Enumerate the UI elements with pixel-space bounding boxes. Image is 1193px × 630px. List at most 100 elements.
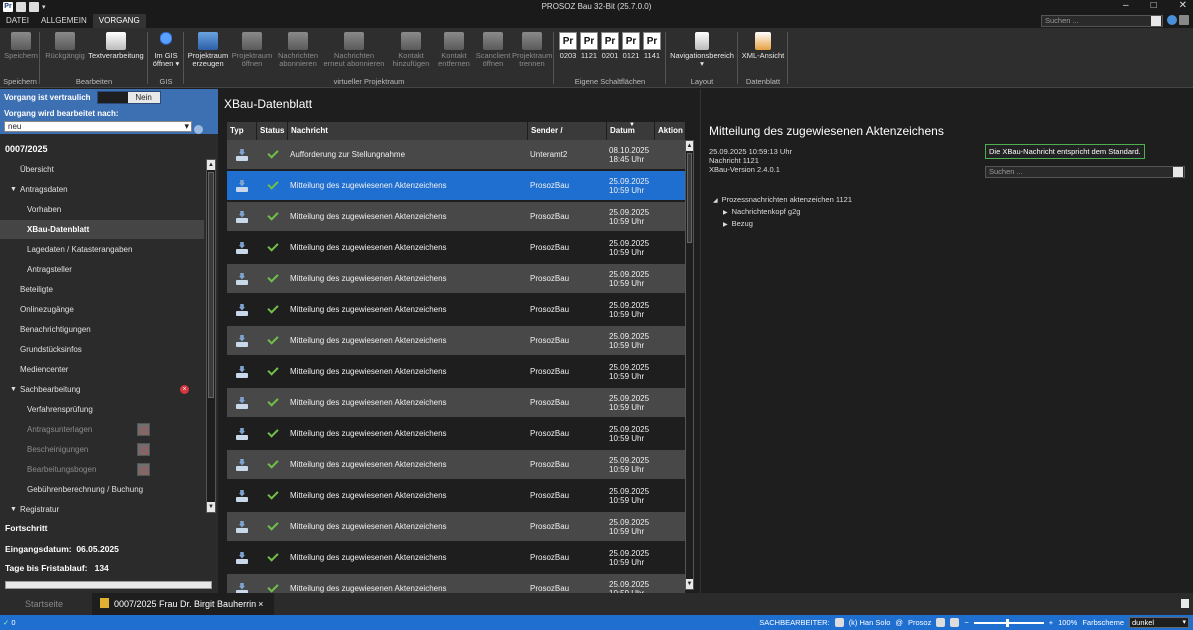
nav-item-xbau-datenblatt[interactable]: XBau-Datenblatt <box>0 220 204 239</box>
lock-icon[interactable] <box>950 618 960 627</box>
nav-item-antragsteller[interactable]: Antragsteller <box>0 260 204 279</box>
caret-down-icon[interactable]: ▼ <box>10 500 17 515</box>
minimize-icon[interactable]: – <box>1123 0 1129 11</box>
table-row[interactable]: Mitteilung des zugewiesenen Aktenzeichen… <box>227 357 685 386</box>
scroll-thumb[interactable] <box>687 153 692 243</box>
caret-down-icon[interactable]: ▼ <box>10 180 17 199</box>
nav-item-onlinezugaenge[interactable]: Onlinezugänge <box>0 300 204 319</box>
tab-case[interactable]: 0007/2025 Frau Dr. Birgit Bauherrin × <box>92 593 274 615</box>
search-icon[interactable] <box>1151 16 1161 26</box>
global-search-input[interactable]: Suchen ... <box>1041 15 1163 27</box>
subscribe-messages-button[interactable]: Nachrichten abonnieren <box>274 32 322 68</box>
detail-search-input[interactable]: Suchen ... <box>985 166 1185 178</box>
nav-item-antragsdaten[interactable]: ▼ Antragsdaten <box>0 180 204 199</box>
table-row[interactable]: Mitteilung des zugewiesenen Aktenzeichen… <box>227 543 685 572</box>
navigation-pane-button[interactable]: Navigationsbereich ▾ <box>668 32 736 68</box>
col-aktion[interactable]: Aktion <box>655 122 685 140</box>
nav-item-beteiligte[interactable]: Beteiligte <box>0 280 204 299</box>
nav-item-gebuehrenberechnung[interactable]: Gebührenberechnung / Buchung <box>0 480 204 499</box>
col-nachricht[interactable]: Nachricht <box>288 122 528 140</box>
create-project-room-button[interactable]: Projektraum erzeugen <box>186 32 230 68</box>
caret-down-icon[interactable]: ◢ <box>713 198 718 204</box>
scroll-up-icon[interactable]: ▲ <box>686 141 693 151</box>
nav-item-sachbearbeitung[interactable]: ▼ Sachbearbeitung × <box>0 380 204 399</box>
edited-after-select[interactable]: neu <box>4 121 192 132</box>
confidential-toggle[interactable]: Nein <box>96 91 161 104</box>
xml-view-button[interactable]: XML-Ansicht <box>740 32 786 60</box>
tab-datei[interactable]: DATEI <box>0 14 35 28</box>
table-row[interactable]: Mitteilung des zugewiesenen Aktenzeichen… <box>227 326 685 355</box>
table-row[interactable]: Aufforderung zur Stellungnahme Unteramt2 0… <box>227 140 685 169</box>
nav-item-uebersicht[interactable]: Übersicht <box>0 160 204 179</box>
custom-button-0201[interactable]: Pr 0201 <box>600 32 620 60</box>
maximize-icon[interactable]: □ <box>1151 0 1157 11</box>
caret-right-icon[interactable]: ▶ <box>723 210 728 216</box>
undo-button[interactable]: Rückgängig <box>44 32 86 60</box>
table-row[interactable]: Mitteilung des zugewiesenen Aktenzeichen… <box>227 388 685 417</box>
gear-icon[interactable] <box>194 125 203 134</box>
search-icon[interactable] <box>1173 167 1183 177</box>
options-dropdown-icon[interactable] <box>1179 15 1189 25</box>
scroll-down-icon[interactable]: ▼ <box>686 579 693 589</box>
word-processor-button[interactable]: Textverarbeitung <box>86 32 146 60</box>
col-typ[interactable]: Typ <box>227 122 257 140</box>
col-datum[interactable]: ▼ Datum <box>607 122 655 140</box>
close-tab-icon[interactable]: × <box>258 599 263 609</box>
nav-item-benachrichtigungen[interactable]: Benachrichtigungen <box>0 320 204 339</box>
nav-scrollbar[interactable]: ▲ ▼ <box>206 159 216 513</box>
save-button[interactable]: Speichern <box>3 32 39 60</box>
nav-item-mediencenter[interactable]: Mediencenter <box>0 360 204 379</box>
close-icon[interactable]: ✕ <box>1179 0 1187 11</box>
quick-print-icon[interactable] <box>29 2 39 12</box>
custom-button-1141[interactable]: Pr 1141 <box>642 32 662 60</box>
resubscribe-messages-button[interactable]: Nachrichten erneut abonnieren <box>322 32 386 68</box>
color-scheme-select[interactable]: dunkel <box>1129 617 1189 628</box>
table-row[interactable]: Mitteilung des zugewiesenen Aktenzeichen… <box>227 295 685 324</box>
tree-item-nachrichtenkopf[interactable]: ▶ Nachrichtenkopf g2g <box>723 207 800 216</box>
tree-item-bezug[interactable]: ▶ Bezug <box>723 219 753 228</box>
help-icon[interactable] <box>1167 15 1177 25</box>
nav-item-vorhaben[interactable]: Vorhaben <box>0 200 204 219</box>
table-row[interactable]: Mitteilung des zugewiesenen Aktenzeichen… <box>227 481 685 510</box>
open-project-room-button[interactable]: Projektraum öffnen <box>230 32 274 68</box>
quick-save-icon[interactable] <box>16 2 26 12</box>
nav-item-lagedaten[interactable]: Lagedaten / Katasterangaben <box>0 240 204 259</box>
table-row[interactable]: Mitteilung des zugewiesenen Aktenzeichen… <box>227 419 685 448</box>
disconnect-project-room-button[interactable]: Projektraum trennen <box>512 32 552 68</box>
col-sender[interactable]: Sender / Empfänger <box>528 122 607 153</box>
scroll-down-icon[interactable]: ▼ <box>207 502 215 512</box>
open-scanclient-button[interactable]: Scanclient öffnen <box>474 32 512 68</box>
zoom-in-button[interactable]: + <box>1049 618 1053 627</box>
tree-item-prozessnachrichten[interactable]: ◢ Prozessnachrichten aktenzeichen 1121 <box>713 195 852 204</box>
scroll-up-icon[interactable]: ▲ <box>207 160 215 170</box>
tab-list-icon[interactable] <box>1181 599 1189 608</box>
pen-icon[interactable] <box>936 618 946 627</box>
table-row[interactable]: Mitteilung des zugewiesenen Aktenzeichen… <box>227 202 685 231</box>
add-contact-button[interactable]: Kontakt hinzufügen <box>388 32 434 68</box>
tab-vorgang[interactable]: VORGANG <box>92 14 146 28</box>
remove-contact-button[interactable]: Kontakt entfernen <box>434 32 474 68</box>
table-row[interactable]: Mitteilung des zugewiesenen Aktenzeichen… <box>227 450 685 479</box>
open-in-gis-button[interactable]: Im GIS öffnen ▾ <box>150 32 182 68</box>
tab-allgemein[interactable]: ALLGEMEIN <box>35 14 93 28</box>
caret-down-icon[interactable]: ▼ <box>10 380 17 399</box>
table-row[interactable]: Mitteilung des zugewiesenen Aktenzeichen… <box>227 233 685 262</box>
scroll-thumb[interactable] <box>208 172 214 398</box>
nav-item-grundstuecksinfos[interactable]: Grundstücksinfos <box>0 340 204 359</box>
zoom-out-button[interactable]: − <box>964 618 968 627</box>
nav-item-registratur[interactable]: ▼ Registratur <box>0 500 204 515</box>
zoom-slider-knob[interactable] <box>1005 618 1009 627</box>
quick-access-dropdown-icon[interactable]: ▾ <box>42 3 46 11</box>
custom-button-0121[interactable]: Pr 0121 <box>621 32 641 60</box>
zoom-slider[interactable] <box>973 618 1044 627</box>
nav-item-verfahrenspruefung[interactable]: Verfahrensprüfung <box>0 400 204 419</box>
col-status[interactable]: Status <box>257 122 288 140</box>
custom-button-1121[interactable]: Pr 1121 <box>579 32 599 60</box>
custom-button-0203[interactable]: Pr 0203 <box>558 32 578 60</box>
caret-right-icon[interactable]: ▶ <box>723 222 728 228</box>
table-row[interactable]: Mitteilung des zugewiesenen Aktenzeichen… <box>227 264 685 293</box>
table-row[interactable]: Mitteilung des zugewiesenen Aktenzeichen… <box>227 171 685 200</box>
table-row[interactable]: Mitteilung des zugewiesenen Aktenzeichen… <box>227 512 685 541</box>
grid-scrollbar[interactable]: ▲ ▼ <box>685 140 694 590</box>
tab-startseite[interactable]: Startseite <box>0 593 88 615</box>
